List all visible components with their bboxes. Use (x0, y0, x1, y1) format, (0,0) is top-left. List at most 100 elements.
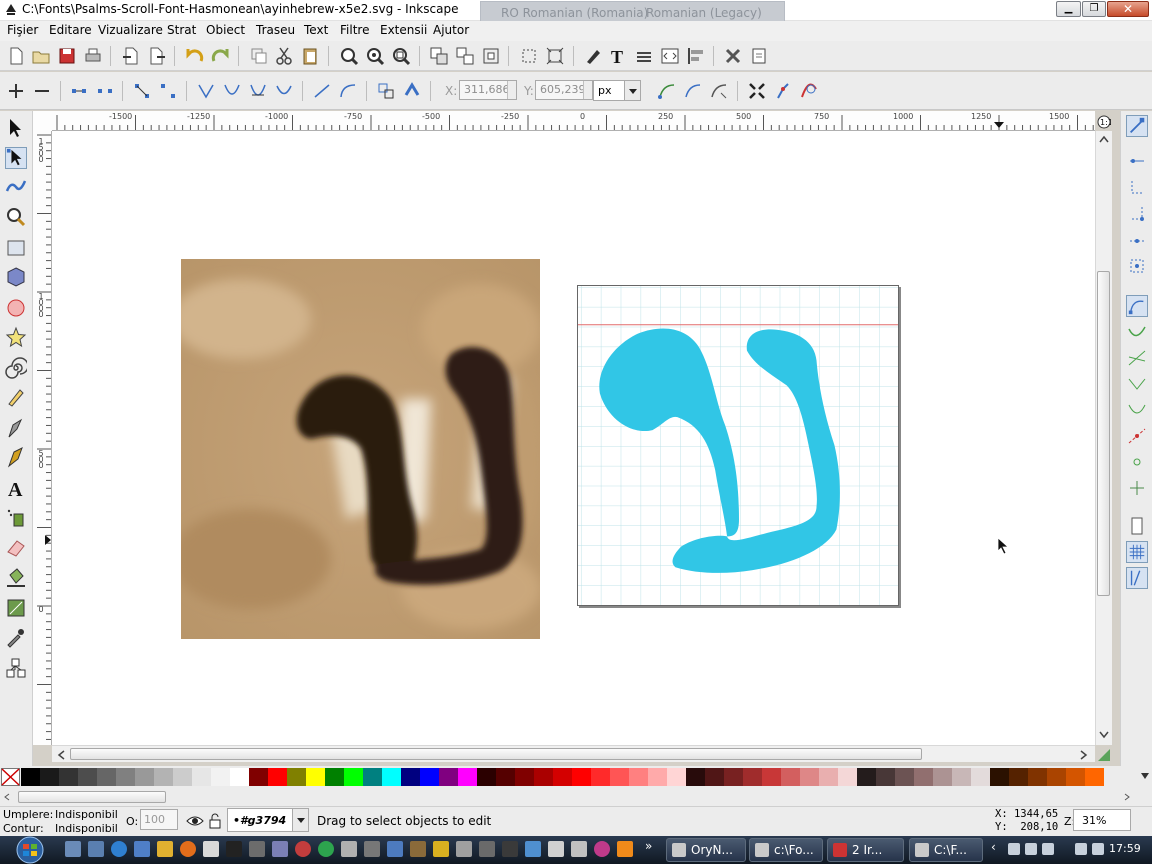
text-tool-icon[interactable]: A (5, 477, 27, 499)
smooth-node-icon[interactable] (222, 81, 242, 101)
color-swatch[interactable] (933, 768, 952, 786)
snap-nodes-icon[interactable] (1126, 295, 1148, 317)
color-swatch[interactable] (876, 768, 895, 786)
cusp-node-icon[interactable] (196, 81, 216, 101)
internet-explorer-icon[interactable] (111, 841, 127, 857)
eraser-tool-icon[interactable] (5, 537, 27, 559)
menu-help[interactable]: Ajutor (433, 23, 469, 37)
layers-icon[interactable] (634, 46, 654, 66)
taskbar-button-group[interactable]: 2 Ir... (827, 838, 904, 862)
color-swatch[interactable] (648, 768, 667, 786)
insert-node-icon[interactable] (6, 81, 26, 101)
color-swatch[interactable] (553, 768, 572, 786)
color-swatch[interactable] (249, 768, 268, 786)
path-effect-parameters-icon[interactable] (799, 81, 819, 101)
xml-editor-icon[interactable] (660, 46, 680, 66)
color-swatch[interactable] (819, 768, 838, 786)
connector-tool-icon[interactable] (5, 657, 27, 679)
no-paint-swatch-icon[interactable] (1, 768, 20, 786)
zoom-tool-icon[interactable] (5, 206, 27, 228)
start-button-icon[interactable] (8, 836, 52, 864)
color-swatch[interactable] (59, 768, 78, 786)
node-tool-icon[interactable] (5, 147, 27, 169)
taskbar-overflow-icon[interactable]: » (645, 839, 652, 853)
spiral-tool-icon[interactable] (5, 357, 27, 379)
calligraphy-tool-icon[interactable] (5, 446, 27, 468)
color-management-icon[interactable] (1097, 748, 1111, 762)
color-swatch[interactable] (534, 768, 553, 786)
maximize-button[interactable]: ❐ (1082, 1, 1106, 17)
network-icon[interactable] (1075, 843, 1087, 855)
scroll-right-icon[interactable] (1080, 750, 1088, 760)
quicklaunch-app-icon[interactable] (548, 841, 564, 857)
quicklaunch-app-icon[interactable] (387, 841, 403, 857)
import-icon[interactable] (121, 46, 141, 66)
layer-visibility-eye-icon[interactable] (186, 813, 204, 829)
color-swatch[interactable] (135, 768, 154, 786)
explorer-icon[interactable] (203, 841, 219, 857)
horizontal-scroll-thumb[interactable] (70, 748, 922, 760)
color-swatch[interactable] (591, 768, 610, 786)
delete-segment-icon[interactable] (158, 81, 178, 101)
color-swatch[interactable] (382, 768, 401, 786)
color-swatch[interactable] (97, 768, 116, 786)
quicklaunch-app-icon[interactable] (433, 841, 449, 857)
command-prompt-icon[interactable] (226, 841, 242, 857)
snap-guides-icon[interactable] (1126, 567, 1148, 589)
dropper-tool-icon[interactable] (5, 626, 27, 648)
volume-icon[interactable] (1092, 843, 1104, 855)
quicklaunch-app-icon[interactable] (479, 841, 495, 857)
zoom-field[interactable]: 31% (1073, 809, 1131, 831)
stroke-to-path-icon[interactable] (402, 81, 422, 101)
selector-tool-icon[interactable] (5, 117, 27, 139)
scroll-up-icon[interactable] (1099, 135, 1109, 143)
show-outline-icon[interactable] (683, 81, 703, 101)
ungroup-icon[interactable] (455, 46, 475, 66)
taskbar-clock[interactable]: 17:59 (1109, 842, 1141, 855)
color-swatch[interactable] (1047, 768, 1066, 786)
vertical-scrollbar[interactable] (1095, 131, 1112, 745)
path-effect-icon[interactable] (773, 81, 793, 101)
join-segment-icon[interactable] (132, 81, 152, 101)
3d-box-tool-icon[interactable] (5, 266, 27, 288)
close-button[interactable]: ✕ (1107, 1, 1149, 17)
color-swatch[interactable] (1028, 768, 1047, 786)
color-swatch[interactable] (781, 768, 800, 786)
snap-object-centers-icon[interactable] (1126, 451, 1148, 473)
document-properties-icon[interactable] (749, 46, 769, 66)
segment-line-icon[interactable] (312, 81, 332, 101)
snap-grid-icon[interactable] (1126, 541, 1148, 563)
clone-icon[interactable] (481, 46, 501, 66)
color-swatch[interactable] (192, 768, 211, 786)
drawing-canvas[interactable] (52, 131, 1095, 745)
quicklaunch-app-icon[interactable] (364, 841, 380, 857)
document-page[interactable] (577, 285, 899, 606)
input-language[interactable]: RO Romanian (Romania) (501, 6, 648, 20)
chrome-icon[interactable] (318, 841, 334, 857)
color-swatch[interactable] (914, 768, 933, 786)
color-swatch[interactable] (496, 768, 515, 786)
spray-tool-icon[interactable] (5, 506, 27, 528)
color-swatch[interactable] (173, 768, 192, 786)
color-swatch[interactable] (800, 768, 819, 786)
color-swatch[interactable] (116, 768, 135, 786)
color-swatch[interactable] (1009, 768, 1028, 786)
unit-select[interactable]: px (593, 80, 641, 101)
y-coordinate-field[interactable]: 605,239 (535, 80, 593, 100)
color-swatch[interactable] (78, 768, 97, 786)
snap-midpoints-icon[interactable] (1126, 425, 1148, 447)
taskbar-button-explorer[interactable]: c:\Fo... (749, 838, 823, 862)
taskbar-button-inkscape[interactable]: C:\F... (909, 838, 983, 862)
snap-bbox-midpoint-icon[interactable] (1126, 229, 1148, 251)
auto-smooth-node-icon[interactable] (274, 81, 294, 101)
color-swatch[interactable] (439, 768, 458, 786)
quicklaunch-app-icon[interactable] (571, 841, 587, 857)
quicklaunch-save-icon[interactable] (134, 841, 150, 857)
scroll-left-icon[interactable] (57, 750, 65, 760)
color-swatch[interactable] (1066, 768, 1085, 786)
color-swatch[interactable] (952, 768, 971, 786)
snap-cusp-nodes-icon[interactable] (1126, 373, 1148, 395)
symmetric-node-icon[interactable] (248, 81, 268, 101)
current-layer-select[interactable]: •#g3794 (227, 808, 309, 832)
color-swatch[interactable] (667, 768, 686, 786)
